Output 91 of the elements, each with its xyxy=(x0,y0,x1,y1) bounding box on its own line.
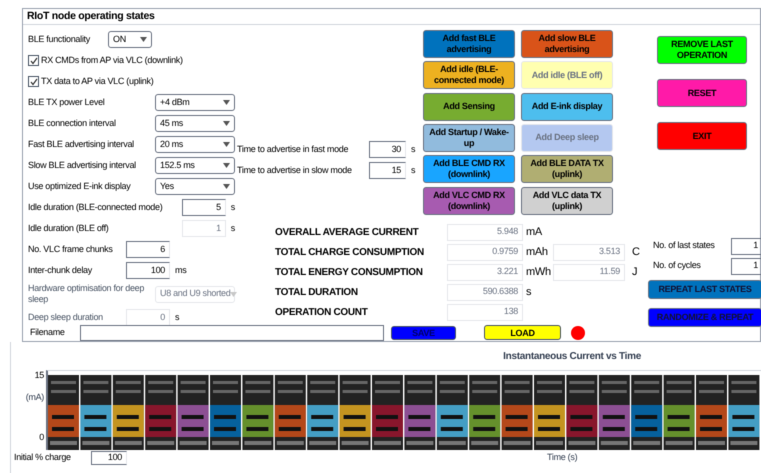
axis-title: (mA) xyxy=(26,392,44,402)
number-field[interactable]: 3.513 xyxy=(553,244,625,260)
number-field[interactable]: 6 xyxy=(126,241,170,258)
action-button[interactable]: EXIT xyxy=(657,122,747,150)
check-icon xyxy=(30,78,38,86)
action-button[interactable]: Add VLC data TX (uplink) xyxy=(521,186,613,215)
unit-label: C xyxy=(631,244,640,260)
caret-icon xyxy=(223,100,230,105)
caret-icon xyxy=(223,121,230,126)
field-label: No. of cycles xyxy=(653,259,702,272)
dropdown[interactable]: ON xyxy=(108,31,152,48)
action-button[interactable]: Add fast BLE advertising xyxy=(423,30,515,58)
dropdown[interactable]: 45 ms xyxy=(155,115,235,132)
action-button[interactable]: Add VLC CMD RX (downlink) xyxy=(423,186,515,215)
checkbox[interactable] xyxy=(28,76,39,87)
dropdown[interactable]: 20 ms xyxy=(155,136,235,153)
unit-label: s xyxy=(230,222,235,235)
axis-title: Time (s) xyxy=(547,451,578,464)
field-label: Slow BLE advertising interval xyxy=(28,160,137,171)
checkbox-label: RX CMDs from AP via VLC (downlink) xyxy=(41,54,183,67)
number-field[interactable]: 30 xyxy=(369,141,406,158)
dropdown[interactable]: 152.5 ms xyxy=(155,157,235,174)
field-label: Initial % charge xyxy=(13,451,72,464)
load-button[interactable]: LOAD xyxy=(484,325,561,340)
field-label: Time to advertise in fast mode xyxy=(237,142,350,156)
checkbox-label: TX data to AP via VLC (uplink) xyxy=(41,74,154,88)
action-button[interactable]: RESET xyxy=(657,79,747,107)
check-icon xyxy=(30,56,38,64)
field-label: Idle duration (BLE off) xyxy=(28,222,110,235)
panel-title: RIoT node operating states xyxy=(27,8,155,24)
number-field[interactable]: 1 xyxy=(731,238,761,254)
field-label: Use optimized E-ink display xyxy=(28,181,132,192)
field-label: No. VLC frame chunks xyxy=(28,242,114,256)
number-field[interactable]: 3.221 xyxy=(447,264,523,280)
action-button[interactable]: Add idle (BLE-connected mode) xyxy=(423,61,515,90)
action-button[interactable]: Add Sensing xyxy=(423,92,515,121)
dropdown[interactable]: +4 dBm xyxy=(155,94,235,111)
filename-field[interactable] xyxy=(80,324,384,340)
field-label: Time to advertise in slow mode xyxy=(237,164,353,177)
checkbox[interactable] xyxy=(28,55,39,66)
action-button[interactable]: REPEAT LAST STATES xyxy=(648,280,761,299)
axis-tick-label: 0 xyxy=(39,432,44,442)
action-button[interactable]: Add Startup / Wake-up xyxy=(423,124,515,152)
number-field[interactable]: 15 xyxy=(369,162,406,179)
field-label: Inter-chunk delay xyxy=(28,264,94,277)
caret-icon xyxy=(223,184,230,189)
axis-tick-label: 15 xyxy=(34,370,44,380)
unit-label: s xyxy=(175,310,180,324)
stat-label: OVERALL AVERAGE CURRENT xyxy=(275,226,420,240)
number-field[interactable]: 100 xyxy=(91,451,127,465)
field-label: Deep sleep duration xyxy=(28,310,104,324)
action-button[interactable]: Add slow BLE advertising xyxy=(521,30,613,58)
action-button[interactable]: Add BLE DATA TX (uplink) xyxy=(521,155,613,184)
unit-label: ms xyxy=(175,264,186,277)
field-label: BLE functionality xyxy=(28,32,92,46)
stat-label: TOTAL DURATION xyxy=(275,286,359,300)
unit-label: s xyxy=(230,200,235,214)
unit-label: J xyxy=(631,264,638,280)
caret-icon xyxy=(223,142,230,147)
stat-label: TOTAL ENERGY CONSUMPTION xyxy=(275,266,424,280)
number-field[interactable]: 590.6388 xyxy=(447,284,523,300)
unit-label: s xyxy=(411,142,416,156)
caret-icon xyxy=(230,292,238,296)
number-field[interactable]: 1 xyxy=(731,258,761,274)
field-label: BLE TX power Level xyxy=(28,97,106,108)
number-field[interactable]: 100 xyxy=(126,262,170,279)
dropdown[interactable]: Yes xyxy=(155,178,235,195)
field-label: Idle duration (BLE-connected mode) xyxy=(28,200,164,214)
action-button[interactable]: REMOVE LAST OPERATION xyxy=(657,36,747,64)
number-field[interactable]: 138 xyxy=(447,304,523,320)
number-field[interactable]: 11.59 xyxy=(553,264,625,280)
unit-label: mWh xyxy=(525,264,552,280)
field-label: No. of last states xyxy=(653,239,716,252)
unit-label: s xyxy=(411,164,416,177)
unit-label: mAh xyxy=(525,244,549,260)
field-label: BLE connection interval xyxy=(28,118,117,129)
unit-label: mA xyxy=(525,224,543,240)
number-field[interactable]: 0.9759 xyxy=(447,244,523,260)
number-field[interactable]: 5 xyxy=(182,199,226,216)
caret-icon xyxy=(140,37,147,42)
action-button[interactable]: Add BLE CMD RX (downlink) xyxy=(423,155,515,184)
caret-icon xyxy=(223,163,230,168)
chart-title: Instantaneous Current vs Time xyxy=(503,350,641,364)
unit-label: s xyxy=(525,284,532,300)
field-label: Hardware optimisation for deep sleep xyxy=(28,283,146,305)
stat-label: OPERATION COUNT xyxy=(275,306,369,320)
field-label: Fast BLE advertising interval xyxy=(28,139,135,150)
stat-label: TOTAL CHARGE CONSUMPTION xyxy=(275,246,425,260)
action-button[interactable]: Add E-ink display xyxy=(521,92,613,121)
number-field[interactable]: 5.948 xyxy=(447,224,523,240)
field-label: Filename xyxy=(30,326,66,339)
